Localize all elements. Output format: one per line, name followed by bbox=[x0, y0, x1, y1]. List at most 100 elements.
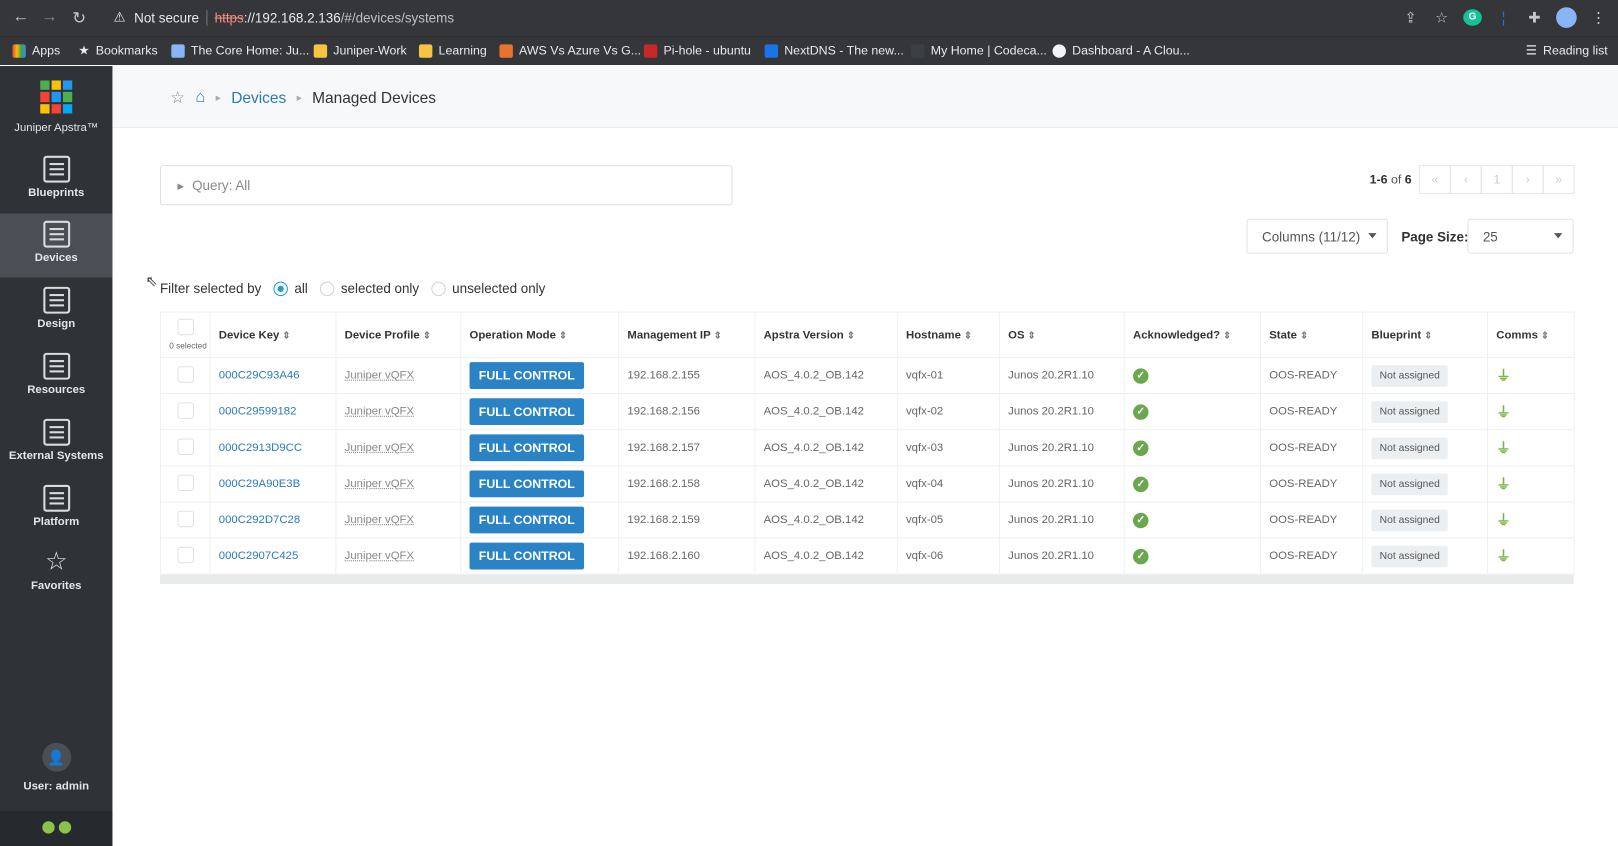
device-key-link[interactable]: 000C29599182 bbox=[219, 405, 297, 417]
operation-mode-badge[interactable]: FULL CONTROL bbox=[469, 506, 585, 534]
device-profile-link[interactable]: Juniper vQFX bbox=[345, 405, 414, 417]
main-content: ☆ ⌂ ▸ Devices ▸ Managed Devices ▶ Query: … bbox=[112, 66, 1618, 846]
bookmark-core-home[interactable]: The Core Home: Ju... bbox=[171, 43, 309, 58]
bookmark-pihole[interactable]: Pi-hole - ubuntu bbox=[643, 43, 751, 58]
device-profile-link[interactable]: Juniper vQFX bbox=[345, 514, 414, 526]
column-header[interactable]: Device Key ⇕ bbox=[209, 311, 337, 358]
grammarly-icon[interactable]: G bbox=[1463, 9, 1482, 26]
external-systems-icon bbox=[42, 418, 70, 446]
device-key-link[interactable]: 000C292D7C28 bbox=[219, 514, 300, 526]
sidebar-item-blueprints[interactable]: Blueprints bbox=[0, 149, 112, 213]
first-page-button[interactable]: « bbox=[1418, 165, 1451, 194]
extension-icon[interactable]: ¦ bbox=[1494, 9, 1513, 26]
sidebar-item-devices[interactable]: Devices bbox=[0, 213, 113, 278]
device-profile-link[interactable]: Juniper vQFX bbox=[345, 478, 414, 490]
bookmark-learning[interactable]: Learning bbox=[418, 43, 487, 58]
back-icon[interactable]: ← bbox=[12, 8, 29, 27]
url-text: https://192.168.2.136/#/devices/systems bbox=[215, 10, 454, 25]
row-checkbox[interactable] bbox=[176, 437, 194, 455]
blueprint-cell: Not assigned bbox=[1362, 501, 1488, 539]
device-key-link[interactable]: 000C29C93A46 bbox=[219, 369, 300, 381]
share-icon[interactable]: ⇪ bbox=[1401, 9, 1420, 27]
bookmark-label: AWS Vs Azure Vs G... bbox=[519, 43, 642, 58]
puzzle-icon[interactable]: ✚ bbox=[1525, 9, 1544, 27]
bookmark-juniper-work[interactable]: Juniper-Work bbox=[313, 43, 407, 58]
row-checkbox[interactable] bbox=[176, 474, 194, 491]
sidebar-item-external-systems[interactable]: External Systems bbox=[0, 412, 112, 476]
column-header[interactable]: Apstra Version ⇕ bbox=[754, 311, 898, 358]
operation-mode-badge[interactable]: FULL CONTROL bbox=[469, 542, 585, 570]
bookmark-aws[interactable]: AWS Vs Azure Vs G... bbox=[499, 43, 642, 58]
operation-mode-badge[interactable]: FULL CONTROL bbox=[469, 398, 585, 426]
plug-icon: ⏚ bbox=[1496, 439, 1511, 457]
column-header[interactable]: State ⇕ bbox=[1259, 311, 1364, 358]
reading-list[interactable]: ☰ Reading list bbox=[1526, 43, 1608, 57]
sidebar-item-favorites[interactable]: ☆ Favorites bbox=[0, 543, 112, 607]
filter-all-radio[interactable] bbox=[273, 281, 289, 296]
row-checkbox[interactable] bbox=[176, 510, 194, 527]
columns-dropdown[interactable]: Columns (11/12) bbox=[1246, 218, 1388, 254]
device-profile-link[interactable]: Juniper vQFX bbox=[345, 369, 414, 381]
device-key-link[interactable]: 000C2907C425 bbox=[219, 550, 299, 562]
device-profile-link[interactable]: Juniper vQFX bbox=[345, 442, 414, 454]
sidebar-item-resources[interactable]: Resources bbox=[0, 346, 112, 410]
bookmark-codecademy[interactable]: My Home | Codeca... bbox=[911, 43, 1047, 58]
operation-mode-badge[interactable]: FULL CONTROL bbox=[469, 434, 585, 462]
blueprint-badge: Not assigned bbox=[1371, 509, 1449, 531]
column-header[interactable]: Blueprint ⇕ bbox=[1362, 311, 1488, 358]
row-checkbox[interactable] bbox=[176, 365, 194, 383]
last-page-button[interactable]: » bbox=[1542, 165, 1575, 194]
operation-mode-badge[interactable]: FULL CONTROL bbox=[469, 470, 585, 498]
next-page-button[interactable]: › bbox=[1511, 165, 1544, 194]
apstra-logo[interactable]: Juniper Apstra™ bbox=[0, 80, 112, 134]
column-header[interactable]: Management IP ⇕ bbox=[618, 311, 756, 358]
bookmark-dashboard[interactable]: Dashboard - A Clou... bbox=[1052, 43, 1190, 58]
profile-avatar-icon[interactable] bbox=[1556, 7, 1577, 28]
row-checkbox[interactable] bbox=[176, 401, 194, 419]
hostname-cell: vqfx-02 bbox=[896, 393, 1000, 431]
column-header[interactable]: OS ⇕ bbox=[998, 311, 1125, 358]
favorite-star-icon[interactable]: ☆ bbox=[170, 88, 185, 109]
column-header[interactable]: Hostname ⇕ bbox=[896, 311, 1000, 358]
bookmark-nextdns[interactable]: NextDNS - The new... bbox=[764, 43, 904, 58]
device-key-cell: 000C29A90E3B bbox=[209, 465, 337, 503]
filter-selected-radio[interactable] bbox=[320, 281, 335, 296]
sidebar-item-platform[interactable]: Platform bbox=[0, 478, 112, 542]
forward-icon[interactable]: → bbox=[41, 8, 58, 27]
horizontal-scrollbar[interactable] bbox=[159, 574, 1574, 584]
column-header-label: Acknowledged? bbox=[1133, 328, 1221, 341]
device-profile-link[interactable]: Juniper vQFX bbox=[345, 550, 414, 562]
user-menu[interactable]: 👤 User: admin bbox=[0, 742, 112, 792]
apstra-version-cell: AOS_4.0.2_OB.142 bbox=[754, 393, 898, 431]
bookmark-bookmarks[interactable]: ★ Bookmarks bbox=[78, 43, 157, 57]
bookmark-apps[interactable]: Apps bbox=[12, 43, 60, 58]
page-number-button[interactable]: 1 bbox=[1480, 165, 1513, 194]
breadcrumb-devices[interactable]: Devices bbox=[231, 89, 286, 107]
column-header[interactable]: Device Profile ⇕ bbox=[335, 311, 462, 358]
row-checkbox[interactable] bbox=[176, 546, 194, 563]
device-key-link[interactable]: 000C2913D9CC bbox=[219, 442, 302, 454]
device-key-cell: 000C2907C425 bbox=[209, 538, 337, 575]
device-key-link[interactable]: 000C29A90E3B bbox=[219, 478, 300, 490]
home-icon[interactable]: ⌂ bbox=[195, 89, 205, 108]
column-header[interactable]: Acknowledged? ⇕ bbox=[1123, 311, 1261, 358]
sidebar-item-design[interactable]: Design bbox=[0, 280, 112, 344]
menu-dots-icon[interactable]: ⋮ bbox=[1589, 9, 1608, 27]
selection-filter: Filter selected by all selected only uns… bbox=[160, 281, 545, 296]
bookmark-star-icon[interactable]: ☆ bbox=[1432, 9, 1451, 27]
column-header[interactable]: Comms ⇕ bbox=[1486, 311, 1575, 358]
devices-table: 0 selected Device Key ⇕ Device Profile ⇕ O… bbox=[159, 311, 1575, 575]
prev-page-button[interactable]: ‹ bbox=[1449, 165, 1482, 194]
filter-unselected-radio[interactable] bbox=[431, 281, 446, 296]
reload-icon[interactable]: ↻ bbox=[72, 8, 86, 29]
caret-down-icon bbox=[1368, 233, 1377, 239]
url-field[interactable]: ⚠ Not secure https://192.168.2.136/#/dev… bbox=[103, 4, 1455, 32]
operation-mode-cell: FULL CONTROL bbox=[460, 393, 620, 431]
operation-mode-badge[interactable]: FULL CONTROL bbox=[469, 362, 585, 389]
site-favicon-icon bbox=[911, 43, 925, 58]
page-size-select[interactable]: 25 bbox=[1467, 218, 1574, 254]
query-panel[interactable]: ▶ Query: All bbox=[159, 165, 733, 206]
column-header[interactable]: Operation Mode ⇕ bbox=[460, 311, 620, 358]
bookmark-label: Juniper-Work bbox=[333, 43, 407, 58]
select-all-checkbox[interactable] bbox=[176, 318, 194, 335]
